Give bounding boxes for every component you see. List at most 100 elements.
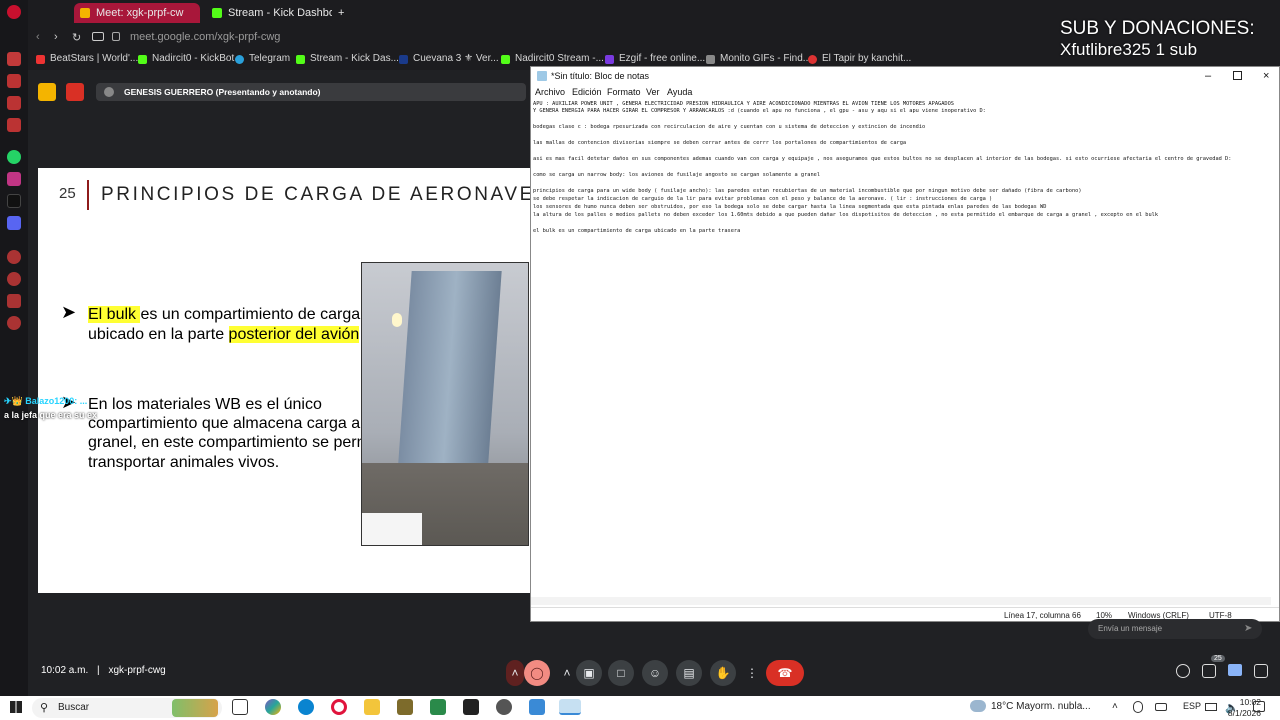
captions-icon[interactable]: ▤ <box>676 660 702 686</box>
reload-icon[interactable]: ↻ <box>72 31 81 44</box>
weather-icon <box>970 700 986 712</box>
extensions-icon[interactable] <box>7 294 21 308</box>
settings-gear-icon[interactable] <box>7 316 21 330</box>
camera-options-chevron-icon[interactable]: ˄ <box>558 660 576 686</box>
minimize-icon[interactable]: – <box>1205 67 1211 85</box>
notepad-title: *Sin título: Bloc de notas <box>551 71 650 81</box>
microphone-icon[interactable] <box>1133 701 1143 713</box>
bookmark-item[interactable]: Cuevana 3 ⚜ Ver... <box>399 53 499 64</box>
language-indicator[interactable]: ESP <box>1183 701 1201 711</box>
chat-icon[interactable] <box>1228 664 1242 676</box>
stream-chat-message: ✈👑 Balazo1200: ... <box>4 396 88 406</box>
aria-icon[interactable] <box>7 52 21 66</box>
windows-start-icon[interactable] <box>10 701 22 713</box>
maximize-icon[interactable] <box>1233 71 1242 80</box>
annotate-icon[interactable] <box>38 83 56 101</box>
send-icon[interactable]: ➤ <box>1244 619 1252 639</box>
menu-ayuda[interactable]: Ayuda <box>667 87 692 97</box>
forward-icon[interactable]: › <box>54 31 58 43</box>
meeting-details-icon[interactable] <box>1176 664 1190 678</box>
more-options-icon[interactable]: ⋮ <box>744 660 760 686</box>
back-icon[interactable]: ‹ <box>36 31 40 43</box>
copilot-icon[interactable] <box>265 699 281 715</box>
sidebar-pin-icon[interactable] <box>7 74 21 88</box>
menu-archivo[interactable]: Archivo <box>535 87 565 97</box>
file-explorer-icon[interactable] <box>364 699 380 715</box>
opera-logo-icon[interactable] <box>7 5 21 19</box>
bookmark-item[interactable]: Nadircit0 - KickBot <box>138 53 234 64</box>
tab-meet[interactable]: Meet: xgk-prpf-cw <box>74 3 200 23</box>
monitor-icon[interactable] <box>1155 703 1167 711</box>
cargo-hold-photo <box>361 262 529 546</box>
tab-kick-dashboard[interactable]: Stream - Kick Dashboard <box>206 3 332 23</box>
tiktok-icon[interactable] <box>7 194 21 208</box>
bookmark-item[interactable]: El Tapir by kanchit... <box>808 53 911 64</box>
mic-off-icon[interactable]: ◯ <box>524 660 550 686</box>
store-icon[interactable] <box>529 699 545 715</box>
bookmark-label: Monito GIFs - Find... <box>720 53 812 64</box>
weather-text[interactable]: 18°C Mayorm. nubla... <box>991 701 1091 712</box>
text-line: asi es mas facil detetar daños en sus co… <box>533 156 1232 162</box>
mic-options-chevron-icon[interactable]: ˄ <box>506 660 524 686</box>
app-icon[interactable] <box>430 699 446 715</box>
menu-formato[interactable]: Formato <box>607 87 641 97</box>
network-icon[interactable] <box>1205 703 1217 711</box>
notepad-window: *Sin título: Bloc de notas – × Archivo E… <box>530 66 1280 622</box>
text-line: los sensores de humo nunca deben ser obs… <box>533 204 1047 210</box>
whatsapp-icon[interactable] <box>7 150 21 164</box>
discord-icon[interactable] <box>7 216 21 230</box>
bookmark-item[interactable]: Nadircit0 Stream -... <box>501 53 604 64</box>
edge-icon[interactable] <box>298 699 314 715</box>
emoji-reaction-icon[interactable]: ☺ <box>642 660 668 686</box>
stop-presenting-icon[interactable] <box>66 83 84 101</box>
activities-icon[interactable] <box>1254 664 1268 678</box>
bookmark-item[interactable]: Monito GIFs - Find... <box>706 53 811 64</box>
raise-hand-icon[interactable]: ✋ <box>710 660 736 686</box>
close-icon[interactable]: × <box>1263 67 1269 85</box>
screen-share-icon[interactable] <box>92 32 104 41</box>
text-line: bodegas clase c : bodega rpesurizada con… <box>533 124 926 130</box>
bookmark-item[interactable]: Ezgif - free online... <box>605 53 705 64</box>
history-icon[interactable] <box>7 250 21 264</box>
bookmark-item[interactable]: BeatStars | World'... <box>36 53 138 64</box>
leave-call-icon[interactable]: ☎ <box>766 660 804 686</box>
taskbar-search[interactable]: ⚲ Buscar <box>32 698 222 718</box>
bookmark-item[interactable]: Telegram <box>235 53 290 64</box>
meeting-time: 10:02 a.m. <box>41 665 89 676</box>
bookmark-label: Stream - Kick Das... <box>310 53 399 64</box>
menu-ver[interactable]: Ver <box>646 87 660 97</box>
instagram-icon[interactable] <box>7 172 21 186</box>
url-field[interactable]: meet.google.com/xgk-prpf-cwg <box>130 31 280 43</box>
highlight-text: El bulk <box>88 306 141 323</box>
bullet-text: transportar animales vivos. <box>88 454 280 471</box>
app-icon[interactable] <box>397 699 413 715</box>
camera-icon[interactable]: ▣ <box>576 660 602 686</box>
menu-edicion[interactable]: Edición <box>572 87 602 97</box>
presenter-banner: GENESIS GUERRERO (Presentando y anotando… <box>96 83 526 101</box>
tab-switcher-icon[interactable] <box>34 3 52 23</box>
sidebar-messenger-icon[interactable] <box>7 96 21 110</box>
bullet-text: granel, en este compartimiento se permit… <box>88 434 387 451</box>
opera-icon[interactable] <box>331 699 347 715</box>
clock-icon[interactable] <box>7 272 21 286</box>
notepad-taskbar-icon[interactable] <box>559 699 581 715</box>
present-screen-icon[interactable]: □ <box>608 660 634 686</box>
bullet-arrow-icon: ➤ <box>61 302 77 322</box>
new-tab-button[interactable]: + <box>332 3 352 23</box>
text-line: APU : AUXILIAR POWER UNIT , GENERA ELECT… <box>533 101 954 107</box>
presenter-name: GENESIS GUERRERO (Presentando y anotando… <box>124 87 321 97</box>
obs-icon[interactable] <box>496 699 512 715</box>
bookmark-item[interactable]: Stream - Kick Das... <box>296 53 399 64</box>
notifications-icon[interactable] <box>1253 701 1265 712</box>
task-view-icon[interactable] <box>232 699 248 715</box>
sidebar-instagram-icon[interactable] <box>7 118 21 132</box>
bookmark-label: Ezgif - free online... <box>619 53 706 64</box>
epic-games-icon[interactable] <box>463 699 479 715</box>
lock-icon[interactable] <box>112 32 120 41</box>
people-icon[interactable] <box>1202 664 1216 678</box>
bookmark-label: Telegram <box>249 53 291 64</box>
horizontal-scrollbar[interactable] <box>531 597 1271 605</box>
text-line: principios de carga para un wide body ( … <box>533 188 1082 194</box>
chat-message-input[interactable]: Envía un mensaje ➤ <box>1088 619 1262 639</box>
tray-chevron-icon[interactable]: ˄ <box>1112 701 1118 712</box>
